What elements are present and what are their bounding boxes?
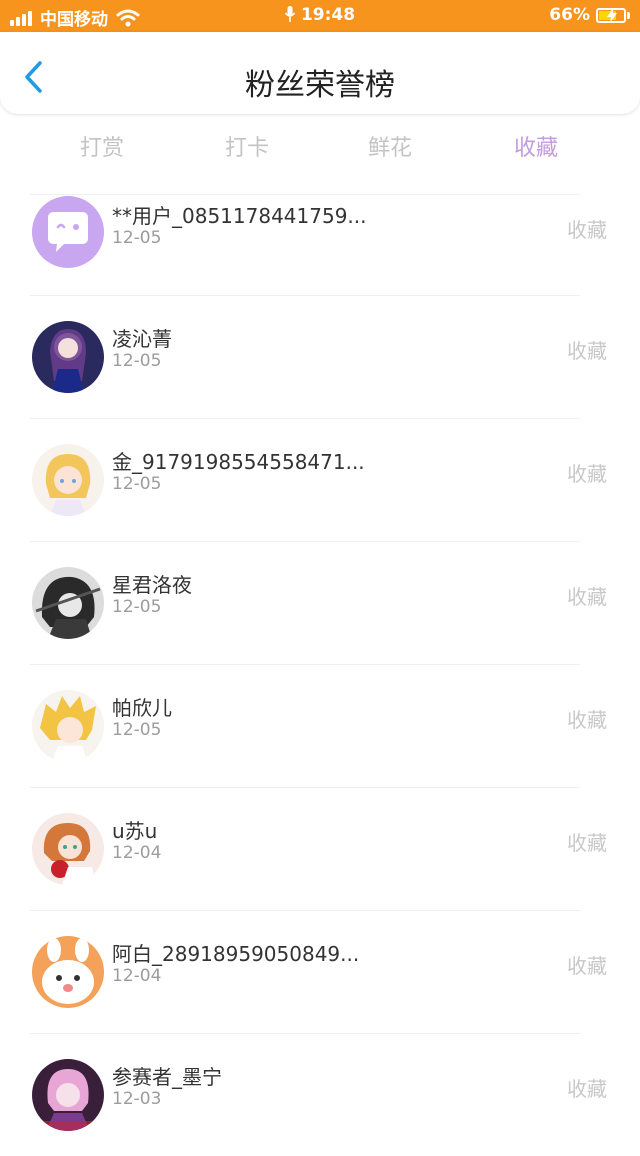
user-name: 凌沁菁: [112, 327, 172, 351]
divider: [30, 1033, 580, 1034]
status-bar: 中国移动 19:48 66%: [0, 0, 640, 32]
avatar[interactable]: [32, 567, 104, 639]
chat-bubble-avatar-icon: [32, 196, 104, 268]
user-name: 参赛者_墨宁: [112, 1065, 222, 1089]
avatar[interactable]: [32, 196, 104, 268]
favorite-label: 收藏: [567, 585, 607, 609]
divider: [30, 295, 580, 296]
divider: [30, 194, 580, 195]
user-name: u苏u: [112, 819, 158, 843]
status-right: 66%: [549, 5, 630, 25]
tab-flowers[interactable]: 鲜花: [330, 130, 450, 162]
divider: [30, 787, 580, 788]
user-date: 12-05: [112, 228, 162, 248]
user-date: 12-04: [112, 966, 162, 986]
anime-portrait-icon: [32, 321, 104, 393]
user-date: 12-05: [112, 597, 162, 617]
divider: [30, 910, 580, 911]
favorite-label: 收藏: [567, 831, 607, 855]
favorite-label: 收藏: [567, 218, 607, 242]
navigation-bar: 粉丝荣誉榜: [0, 32, 640, 114]
favorite-label: 收藏: [567, 462, 607, 486]
favorite-label: 收藏: [567, 1077, 607, 1101]
user-date: 12-05: [112, 351, 162, 371]
user-name: 阿白_28918959050849...: [112, 942, 360, 966]
tab-bar: 打赏 打卡 鲜花 收藏: [0, 114, 640, 176]
anime-portrait-icon: [32, 444, 104, 516]
favorite-label: 收藏: [567, 708, 607, 732]
anime-portrait-icon: [32, 813, 104, 885]
anime-portrait-icon: [32, 1059, 104, 1131]
list-item[interactable]: **用户_0851178441759... 12-05 收藏: [0, 176, 640, 299]
avatar[interactable]: [32, 936, 104, 1008]
divider: [30, 664, 580, 665]
avatar[interactable]: [32, 321, 104, 393]
avatar[interactable]: [32, 690, 104, 762]
battery-icon: [596, 7, 626, 23]
divider: [30, 418, 580, 419]
user-date: 12-05: [112, 474, 162, 494]
tab-favorites[interactable]: 收藏: [476, 130, 596, 162]
page-title: 粉丝荣誉榜: [245, 68, 395, 103]
avatar[interactable]: [32, 444, 104, 516]
microphone-icon: [284, 6, 295, 22]
list-item[interactable]: 帕欣儿 12-05 收藏: [0, 664, 640, 787]
battery-percent: 66%: [549, 5, 590, 25]
user-date: 12-03: [112, 1089, 162, 1109]
list-item[interactable]: 金_9179198554558471... 12-05 收藏: [0, 418, 640, 541]
avatar[interactable]: [32, 1059, 104, 1131]
divider: [30, 541, 580, 542]
list-item[interactable]: 星君洛夜 12-05 收藏: [0, 541, 640, 664]
user-name: 金_9179198554558471...: [112, 450, 365, 474]
user-date: 12-04: [112, 843, 162, 863]
favorite-label: 收藏: [567, 339, 607, 363]
anime-portrait-icon: [32, 690, 104, 762]
tab-reward[interactable]: 打赏: [42, 130, 162, 162]
bunny-avatar-icon: [32, 936, 104, 1008]
user-name: 帕欣儿: [112, 696, 172, 720]
clock: 19:48: [300, 5, 356, 25]
anime-portrait-icon: [32, 567, 104, 639]
tab-checkin[interactable]: 打卡: [187, 130, 307, 162]
user-name: 星君洛夜: [112, 573, 192, 597]
avatar[interactable]: [32, 813, 104, 885]
list-item[interactable]: u苏u 12-04 收藏: [0, 787, 640, 910]
status-center: 19:48: [0, 5, 640, 25]
favorite-label: 收藏: [567, 954, 607, 978]
user-name: **用户_0851178441759...: [112, 204, 367, 228]
list-item[interactable]: 凌沁菁 12-05 收藏: [0, 295, 640, 418]
list-item[interactable]: 阿白_28918959050849... 12-04 收藏: [0, 910, 640, 1033]
user-date: 12-05: [112, 720, 162, 740]
